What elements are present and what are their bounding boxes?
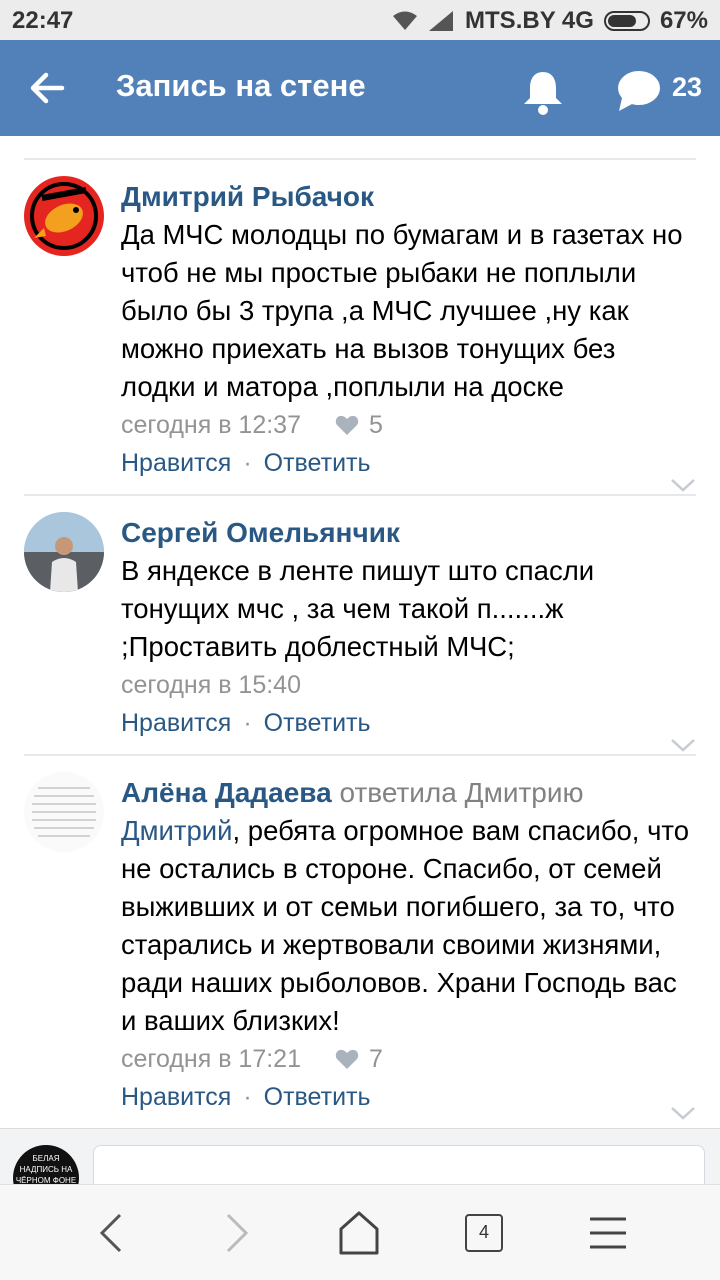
- comment-author[interactable]: Алёна Дадаева: [121, 777, 332, 808]
- page-title: Запись на стене: [116, 68, 366, 103]
- text-image-icon: [24, 772, 104, 852]
- status-right: MTS.BY 4G 67%: [391, 7, 708, 35]
- comment-author-line: Алёна Дадаева ответила Дмитрию: [121, 774, 696, 812]
- status-time: 22:47: [12, 7, 74, 34]
- comment-item: Дмитрий Рыбачок Да МЧС молодцы по бумага…: [24, 160, 696, 496]
- comment-item: Сергей Омельянчик В яндексе в ленте пишу…: [24, 496, 696, 756]
- messages-count: 23: [672, 72, 703, 102]
- wifi-icon: [393, 11, 418, 30]
- comment-meta: сегодня в 15:40: [121, 668, 696, 702]
- avatar[interactable]: [24, 512, 104, 592]
- person-photo-icon: [24, 512, 104, 592]
- home-icon[interactable]: [333, 1207, 385, 1259]
- comment-time: сегодня в 15:40: [121, 671, 301, 699]
- comment-text: Да МЧС молодцы по бумагам и в газетах но…: [121, 219, 683, 402]
- signal-icon: [429, 11, 454, 31]
- nav-forward-icon[interactable]: [210, 1207, 262, 1259]
- avatar-text: БЕЛАЯ НАДПИСЬ НА ЧЁРНОМ ФОНЕ: [15, 1154, 77, 1185]
- like-count-value: 5: [369, 411, 383, 439]
- comment-author[interactable]: Дмитрий Рыбачок: [121, 178, 696, 216]
- comments-list: Дмитрий Рыбачок Да МЧС молодцы по бумага…: [0, 136, 720, 1126]
- reply-button[interactable]: Ответить: [264, 706, 371, 740]
- app-header: Запись на стене 23: [0, 40, 720, 136]
- tabs-count: 4: [465, 1214, 503, 1252]
- chevron-down-icon[interactable]: [670, 738, 696, 752]
- comment-text: В яндексе в ленте пишут што спасли тонущ…: [121, 555, 595, 662]
- mention-link[interactable]: Дмитрий: [121, 815, 233, 846]
- comment-time: сегодня в 12:37: [121, 411, 301, 439]
- battery-percent: 67%: [659, 7, 708, 34]
- separator-dot: ·: [243, 1083, 252, 1111]
- comment-actions: Нравится · Ответить: [121, 1080, 696, 1114]
- back-arrow-icon[interactable]: [22, 64, 76, 112]
- like-button[interactable]: Нравится: [121, 446, 231, 480]
- like-button[interactable]: Нравится: [121, 1080, 231, 1114]
- separator-dot: ·: [243, 449, 252, 477]
- like-count-value: 7: [369, 1045, 383, 1073]
- heart-icon: [335, 1049, 359, 1069]
- battery-icon: [603, 11, 650, 31]
- comment-meta: сегодня в 12:37 5: [121, 408, 696, 442]
- divider: [24, 136, 696, 160]
- comment-item: Алёна Дадаева ответила Дмитрию Дмитрий, …: [24, 756, 696, 1126]
- chevron-down-icon[interactable]: [670, 478, 696, 492]
- fish-logo-icon: [30, 182, 98, 250]
- comment-meta: сегодня в 17:21 7: [121, 1042, 696, 1076]
- comment-text-body: , ребята огромное вам спасибо, что не ос…: [121, 815, 689, 1036]
- tabs-button[interactable]: 4: [458, 1207, 510, 1259]
- comment-actions: Нравится · Ответить: [121, 446, 696, 480]
- comment-actions: Нравится · Ответить: [121, 706, 696, 740]
- reply-button[interactable]: Ответить: [264, 446, 371, 480]
- like-count[interactable]: 7: [335, 1042, 383, 1076]
- comment-text: Дмитрий, ребята огромное вам спасибо, чт…: [121, 812, 696, 1040]
- separator-dot: ·: [243, 709, 252, 737]
- messages-icon[interactable]: [614, 66, 664, 116]
- status-bar: 22:47 MTS.BY 4G 67%: [0, 0, 720, 40]
- comment-time: сегодня в 17:21: [121, 1045, 301, 1073]
- comment-author[interactable]: Сергей Омельянчик: [121, 514, 696, 552]
- bell-icon[interactable]: [518, 66, 568, 116]
- reply-button[interactable]: Ответить: [264, 1080, 371, 1114]
- avatar[interactable]: [24, 176, 104, 256]
- heart-icon: [335, 415, 359, 435]
- replied-to[interactable]: ответила Дмитрию: [339, 777, 583, 808]
- menu-icon[interactable]: [582, 1207, 634, 1259]
- carrier-label: MTS.BY 4G: [465, 7, 594, 34]
- avatar[interactable]: [24, 772, 104, 852]
- comment-composer: БЕЛАЯ НАДПИСЬ НА ЧЁРНОМ ФОНЕ: [0, 1128, 720, 1211]
- browser-nav-bar: 4: [0, 1184, 720, 1280]
- like-button[interactable]: Нравится: [121, 706, 231, 740]
- chevron-down-icon[interactable]: [670, 1106, 696, 1120]
- nav-back-icon[interactable]: [86, 1207, 138, 1259]
- like-count[interactable]: 5: [335, 408, 383, 442]
